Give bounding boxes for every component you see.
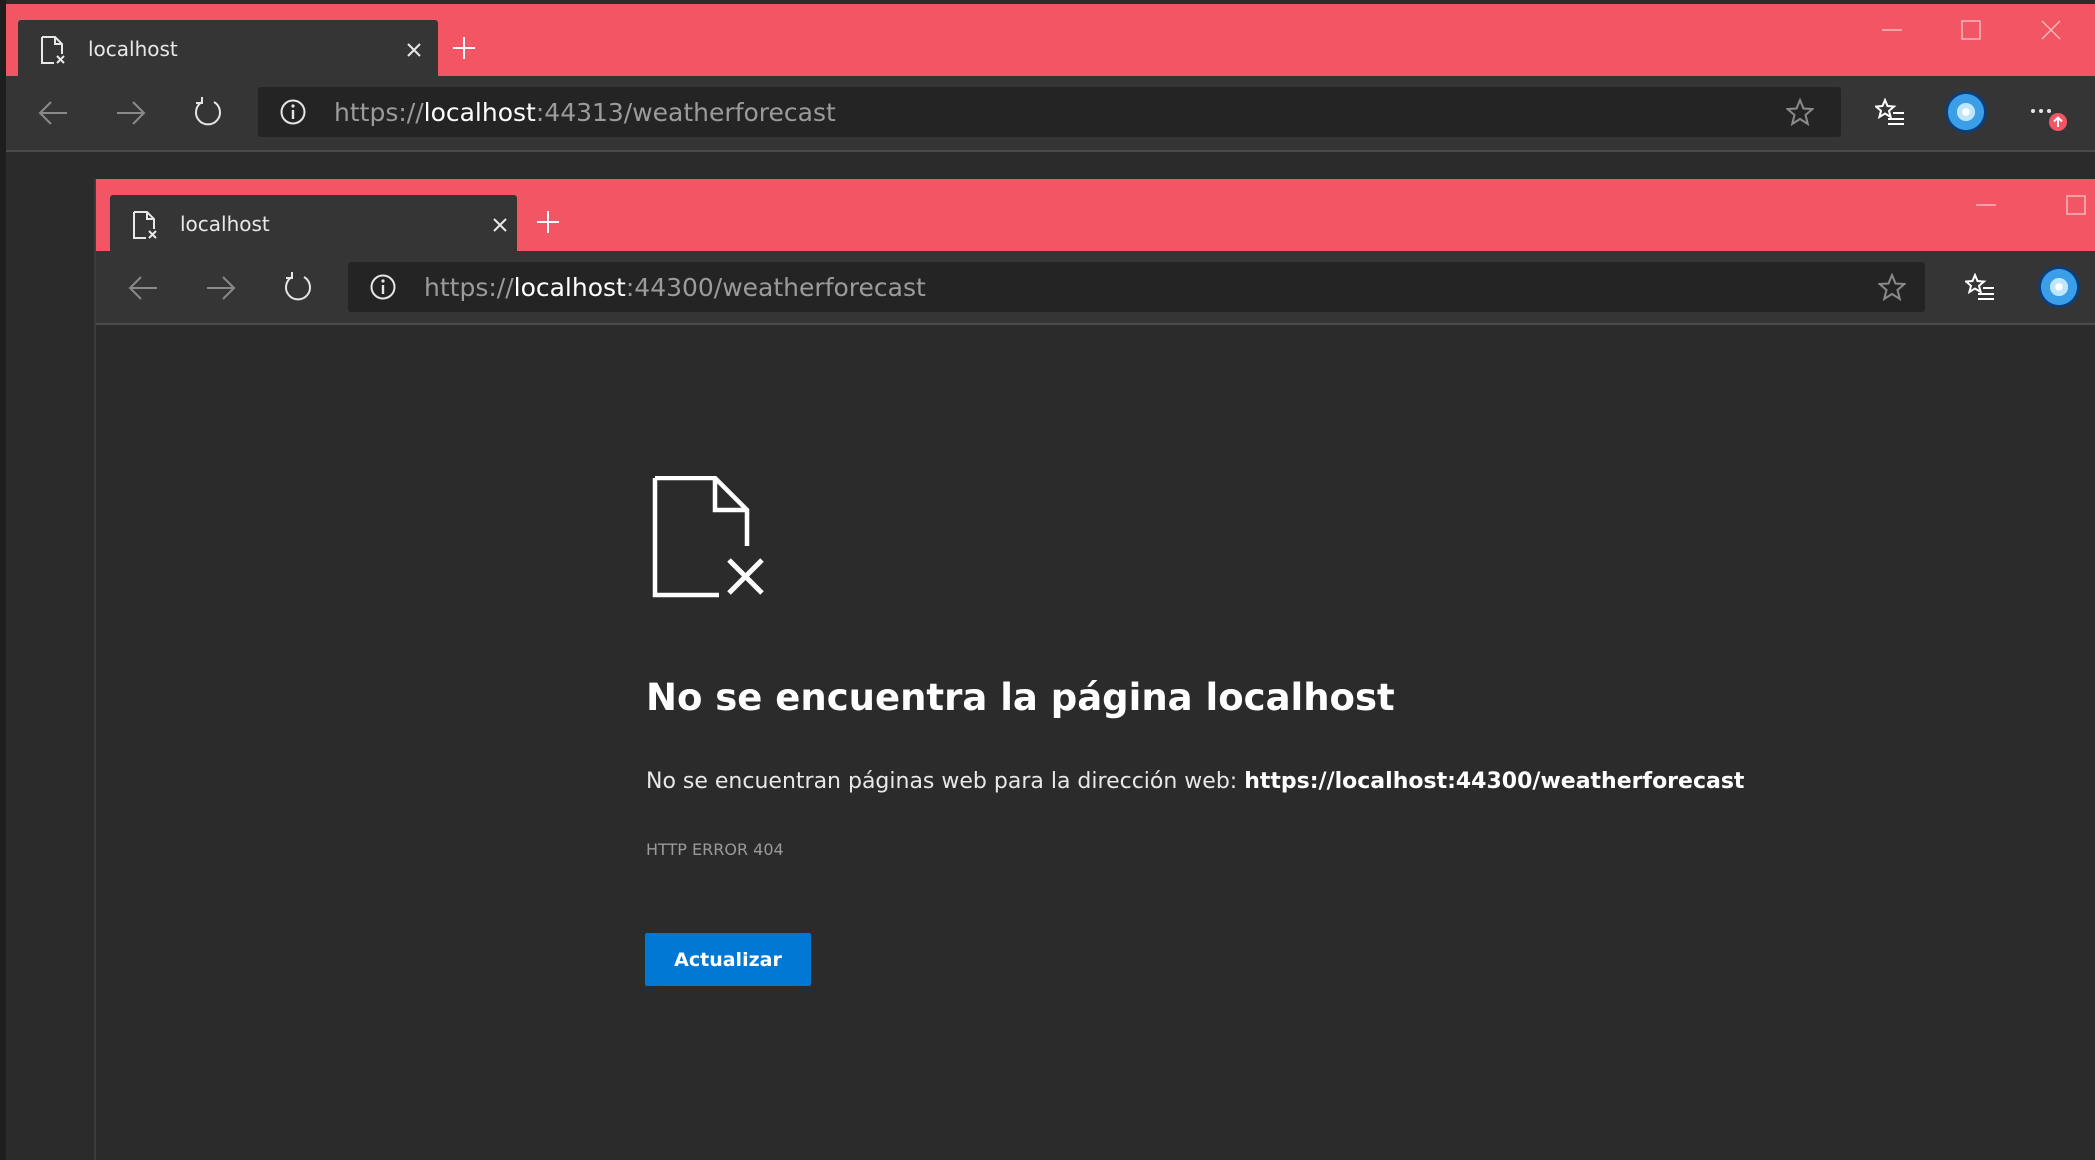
maximize-icon[interactable] <box>2066 195 2086 215</box>
error-description: No se encuentran páginas web para la dir… <box>646 769 1744 794</box>
url-host: localhost <box>423 98 536 127</box>
url-protocol: https:// <box>424 273 514 302</box>
favorites-icon[interactable] <box>1965 273 1995 301</box>
url-protocol: https:// <box>334 98 424 127</box>
minimize-icon[interactable] <box>1882 28 1902 32</box>
url-host: localhost <box>513 273 626 302</box>
favorite-star-icon[interactable] <box>1878 273 1906 301</box>
inner-tabstrip: localhost <box>96 179 2095 251</box>
forward-icon[interactable] <box>206 275 236 301</box>
inner-tab[interactable]: localhost <box>110 195 517 251</box>
page-error-icon <box>132 211 158 239</box>
new-tab-icon[interactable] <box>452 36 476 60</box>
more-options-icon[interactable] <box>2030 106 2070 132</box>
page-not-found-icon <box>651 476 771 600</box>
outer-url-text: https://localhost:44313/weatherforecast <box>334 98 836 127</box>
site-info-icon[interactable] <box>280 99 306 125</box>
inner-toolbar: https://localhost:44300/weatherforecast <box>96 251 2095 325</box>
back-icon[interactable] <box>38 100 68 126</box>
maximize-icon[interactable] <box>1961 20 1981 40</box>
profile-avatar[interactable] <box>2038 266 2080 308</box>
error-title: No se encuentra la página localhost <box>646 676 1395 719</box>
site-info-icon[interactable] <box>370 274 396 300</box>
inner-tab-title: localhost <box>180 212 270 236</box>
error-page: No se encuentra la página localhost No s… <box>96 325 2095 1160</box>
refresh-icon[interactable] <box>282 271 314 303</box>
close-tab-icon[interactable] <box>492 217 508 233</box>
error-description-url: https://localhost:44300/weatherforecast <box>1244 769 1745 794</box>
outer-toolbar: https://localhost:44313/weatherforecast <box>6 76 2095 152</box>
profile-avatar[interactable] <box>1945 91 1987 133</box>
forward-icon[interactable] <box>116 100 146 126</box>
minimize-icon[interactable] <box>1976 203 1996 207</box>
url-path: :44300/weatherforecast <box>625 273 926 302</box>
refresh-icon[interactable] <box>192 96 224 128</box>
close-window-icon[interactable] <box>2041 20 2061 40</box>
outer-address-bar[interactable]: https://localhost:44313/weatherforecast <box>258 87 1841 137</box>
http-error-code: HTTP ERROR 404 <box>646 840 784 859</box>
inner-address-bar[interactable]: https://localhost:44300/weatherforecast <box>348 262 1925 312</box>
back-icon[interactable] <box>128 275 158 301</box>
inner-url-text: https://localhost:44300/weatherforecast <box>424 273 926 302</box>
new-tab-icon[interactable] <box>536 210 560 234</box>
page-error-icon <box>40 36 66 64</box>
url-path: :44313/weatherforecast <box>535 98 836 127</box>
error-description-text: No se encuentran páginas web para la dir… <box>646 769 1245 794</box>
favorites-icon[interactable] <box>1875 98 1905 126</box>
outer-tabstrip: localhost <box>6 4 2095 76</box>
favorite-star-icon[interactable] <box>1786 98 1814 126</box>
close-tab-icon[interactable] <box>406 42 422 58</box>
inner-browser-window: localhost https://localhost:44300/weathe… <box>94 179 2095 1160</box>
refresh-button[interactable]: Actualizar <box>645 933 811 986</box>
outer-tab[interactable]: localhost <box>18 20 438 76</box>
outer-tab-title: localhost <box>88 37 178 61</box>
